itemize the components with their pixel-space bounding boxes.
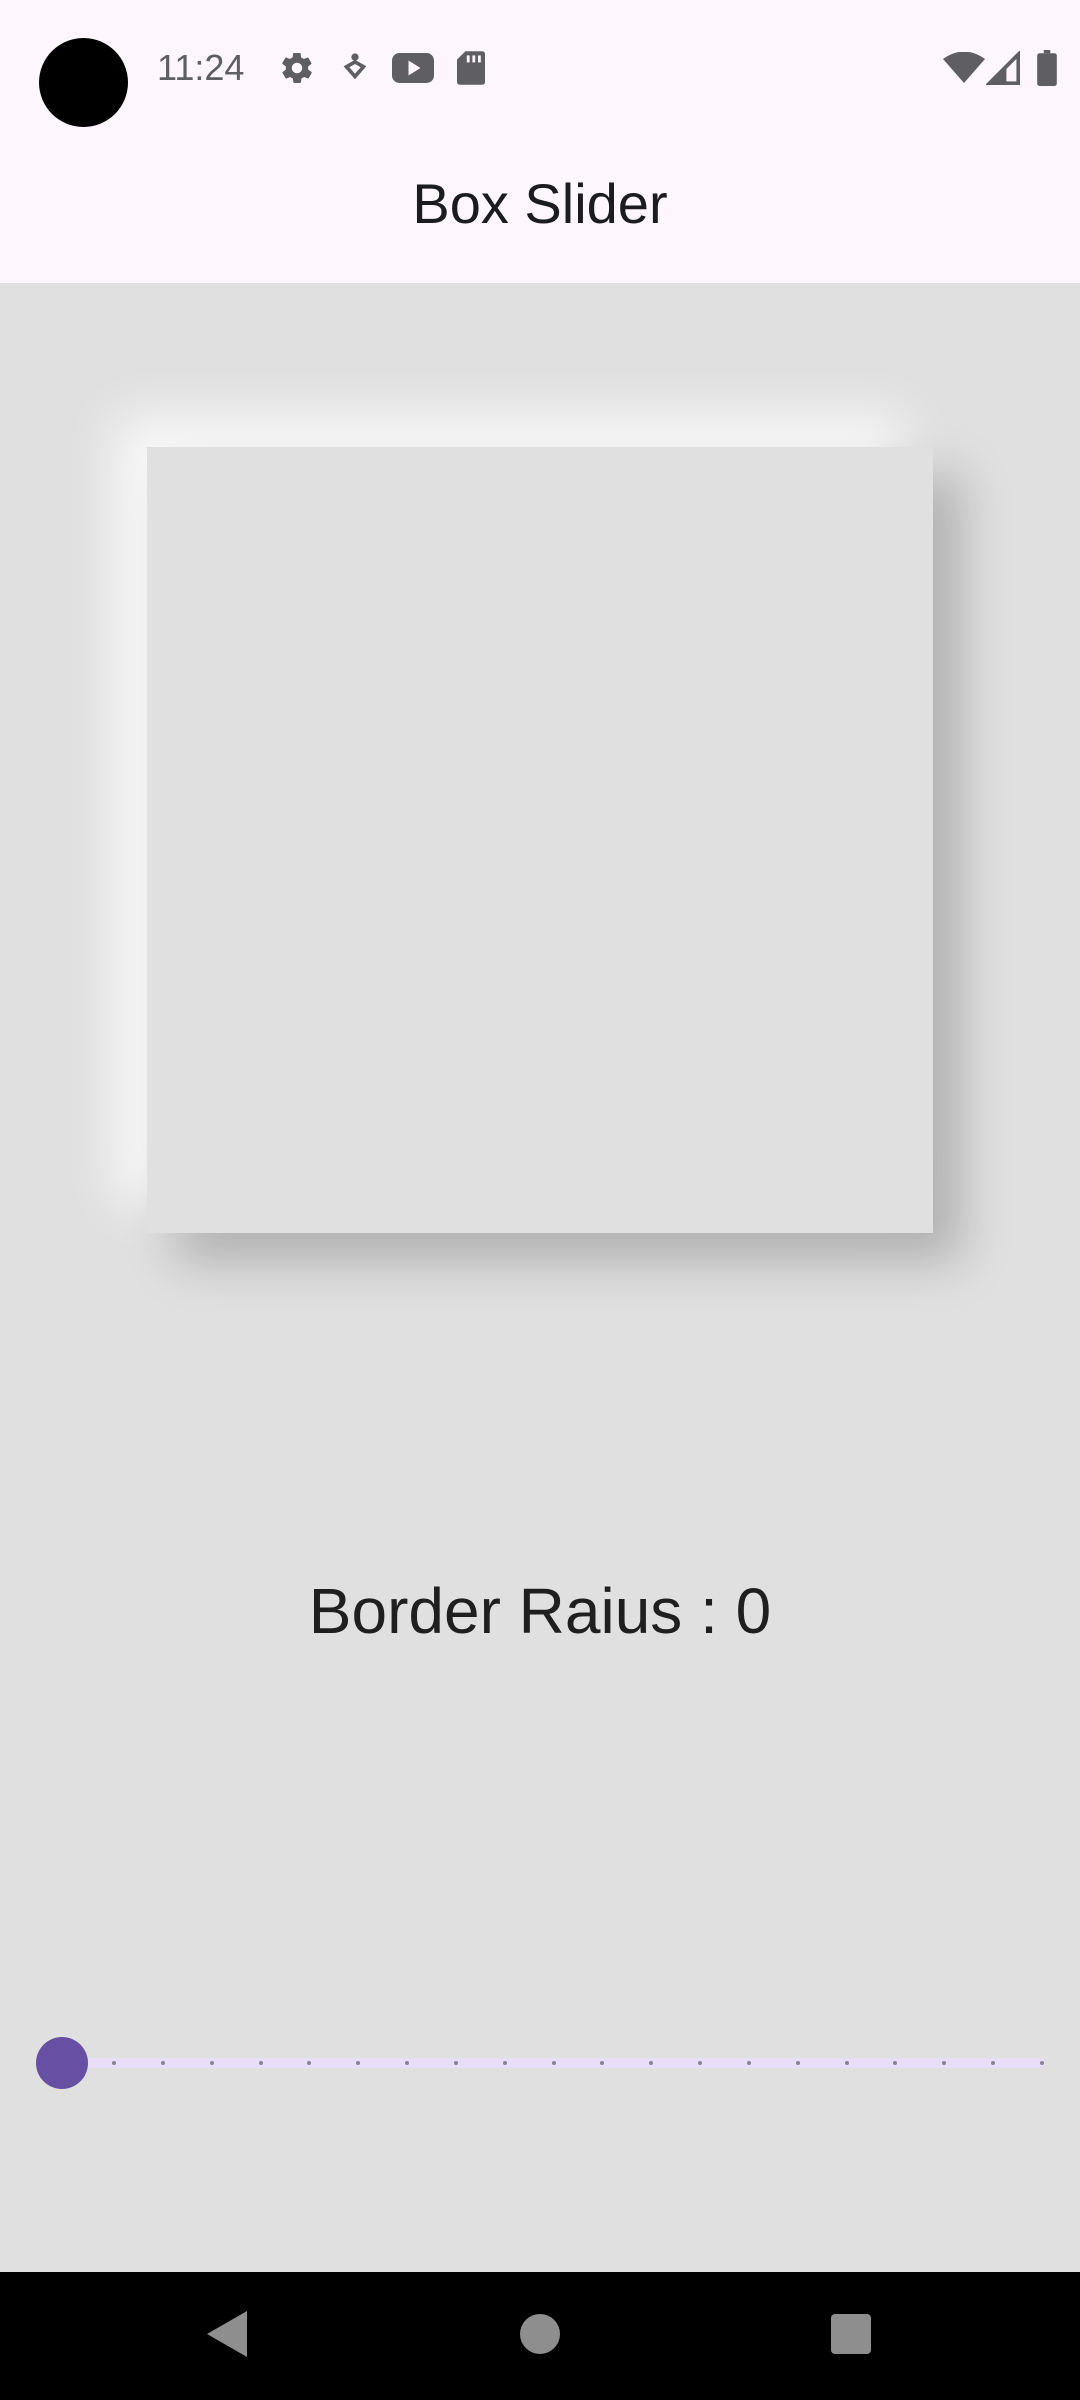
slider-tick bbox=[209, 2061, 214, 2065]
slider-thumb[interactable] bbox=[36, 2037, 88, 2089]
battery-icon bbox=[1034, 48, 1060, 88]
wifi-icon bbox=[942, 48, 986, 88]
neumorphic-box bbox=[147, 447, 933, 1233]
location-accessibility-icon bbox=[338, 48, 372, 88]
youtube-icon bbox=[391, 48, 435, 88]
settings-icon bbox=[277, 48, 317, 88]
slider-tick bbox=[795, 2061, 800, 2065]
recents-button[interactable] bbox=[781, 2272, 921, 2400]
border-radius-slider[interactable] bbox=[36, 2018, 1044, 2108]
back-button[interactable] bbox=[157, 2272, 297, 2400]
back-icon bbox=[207, 2310, 247, 2362]
navigation-bar bbox=[0, 2272, 1080, 2400]
cellular-signal-icon bbox=[985, 48, 1021, 88]
main-content: Border Raius : 0 bbox=[0, 283, 1080, 2272]
recents-icon bbox=[831, 2313, 871, 2359]
slider-tick bbox=[258, 2061, 263, 2065]
slider-tick bbox=[746, 2061, 751, 2065]
slider-tick bbox=[453, 2061, 458, 2065]
page-title: Box Slider bbox=[412, 172, 668, 235]
home-icon bbox=[520, 2313, 560, 2359]
app-bar: Box Slider bbox=[0, 135, 1080, 283]
slider-tick bbox=[112, 2061, 116, 2065]
border-radius-label: Border Raius : 0 bbox=[308, 1575, 772, 1647]
slider-tick bbox=[551, 2061, 556, 2065]
slider-tick bbox=[502, 2061, 507, 2065]
camera-cutout bbox=[39, 38, 128, 127]
home-button[interactable] bbox=[470, 2272, 610, 2400]
status-time: 11:24 bbox=[157, 47, 245, 88]
slider-tick bbox=[844, 2061, 849, 2065]
slider-tick bbox=[160, 2061, 165, 2065]
slider-tick bbox=[1040, 2061, 1044, 2065]
sd-card-icon bbox=[454, 48, 488, 88]
status-bar: 11:24 bbox=[0, 0, 1080, 135]
